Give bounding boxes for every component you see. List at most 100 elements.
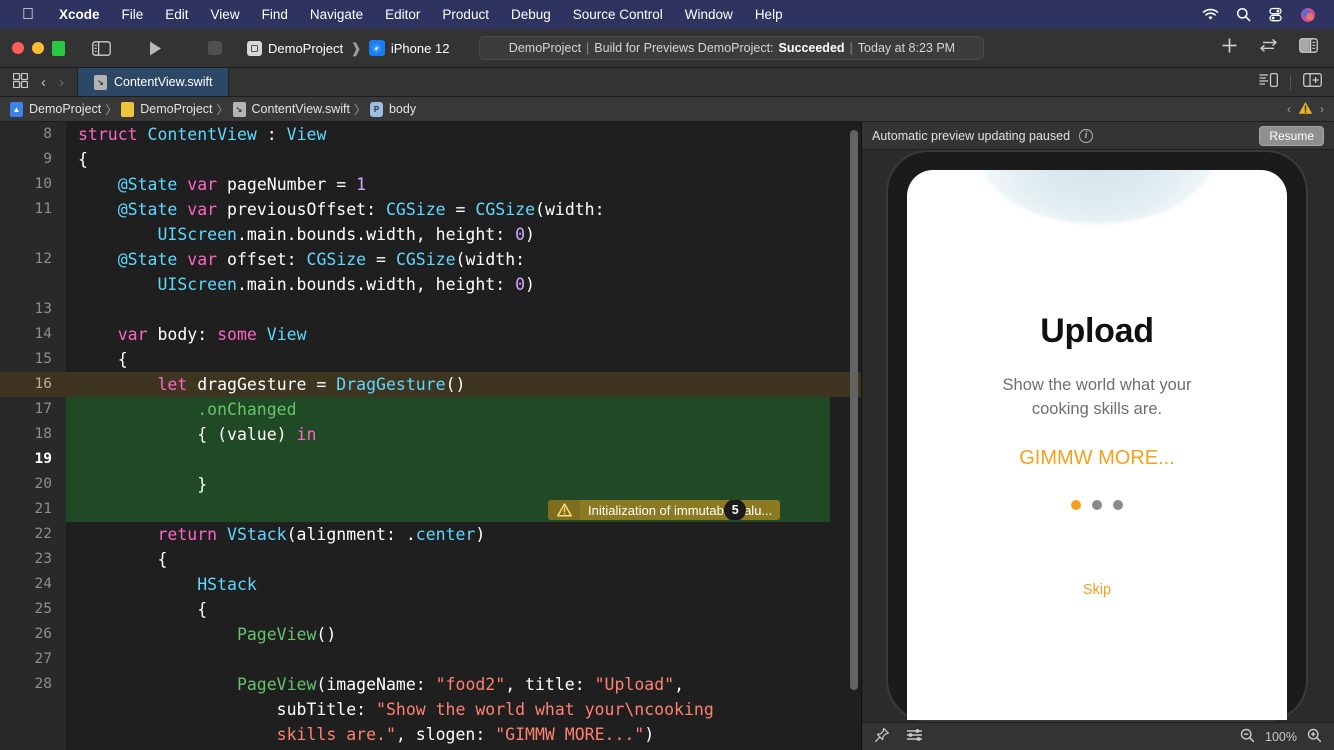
code-line[interactable]: 8 struct ContentView : View (0, 122, 862, 147)
control-center-icon[interactable] (1268, 7, 1283, 22)
back-chevron-icon[interactable]: ‹ (41, 74, 46, 91)
device-screen[interactable]: Upload Show the world what your cooking s… (907, 170, 1287, 720)
menu-item-window[interactable]: Window (674, 7, 744, 22)
zoom-in-icon[interactable] (1307, 728, 1322, 746)
page-dot[interactable] (1071, 500, 1081, 510)
editor-scrollbar[interactable] (850, 130, 858, 690)
breadcrumb-item-project[interactable]: ▲ DemoProject (10, 101, 101, 117)
breadcrumb-label: ContentView.swift (251, 102, 350, 116)
code-text: { (value) in (78, 422, 316, 447)
swap-editors-icon[interactable] (1258, 38, 1279, 58)
code-line[interactable]: 16 let dragGesture = DragGesture() (0, 372, 862, 397)
code-line[interactable]: 23 { (0, 547, 862, 572)
line-number: 12 (34, 251, 52, 267)
code-token: pageNumber = (227, 175, 357, 194)
code-line[interactable]: skills are.", slogen: "GIMMW MORE...") (0, 722, 862, 747)
build-status-bar[interactable]: DemoProject | Build for Previews DemoPro… (479, 36, 985, 60)
breadcrumb-item-folder[interactable]: DemoProject (121, 101, 213, 117)
add-editor-icon[interactable] (1303, 72, 1322, 92)
warning-triangle-icon[interactable] (1298, 101, 1313, 118)
tab-label: ContentView.swift (114, 75, 213, 89)
maximize-button[interactable] (52, 40, 65, 56)
build-status-project: DemoProject (508, 41, 582, 55)
code-line[interactable]: 19 (0, 447, 862, 472)
scheme-selector[interactable]: DemoProject ❱ iPhone 12 (239, 37, 457, 60)
menu-item-debug[interactable]: Debug (500, 7, 562, 22)
zoom-out-icon[interactable] (1240, 728, 1255, 746)
code-line[interactable]: 17 .onChanged (0, 397, 862, 422)
code-line[interactable]: 20 } (0, 472, 862, 497)
menu-item-file[interactable]: File (111, 7, 155, 22)
inspector-toggle-icon[interactable] (1299, 38, 1318, 58)
close-button[interactable] (12, 42, 24, 54)
code-line[interactable]: 11 @State var previousOffset: CGSize = C… (0, 197, 862, 222)
menu-item-navigate[interactable]: Navigate (299, 7, 374, 22)
grid-view-icon[interactable] (12, 72, 29, 91)
preview-slogan[interactable]: GIMMW MORE... (1019, 447, 1175, 470)
run-icon[interactable] (141, 36, 169, 60)
code-line[interactable]: 10 @State var pageNumber = 1 (0, 172, 862, 197)
search-icon[interactable] (1236, 7, 1251, 22)
code-line[interactable]: 22 return VStack(alignment: .center) (0, 522, 862, 547)
skip-link[interactable]: Skip (1083, 582, 1111, 598)
inline-warning-banner[interactable]: Initialization of immutable valu... 5 (548, 500, 781, 520)
code-line[interactable]: subTitle: "Show the world what your\ncoo… (0, 697, 862, 722)
code-line[interactable]: 15 { (0, 347, 862, 372)
code-line[interactable]: 28 PageView(imageName: "food2", title: "… (0, 672, 862, 697)
page-dot[interactable] (1113, 500, 1123, 510)
code-line[interactable]: UIScreen.main.bounds.width, height: 0) (0, 272, 862, 297)
menu-item-help[interactable]: Help (744, 7, 794, 22)
code-line[interactable]: 27 (0, 647, 862, 672)
breadcrumb-item-file[interactable]: ↘ ContentView.swift (232, 101, 350, 117)
code-line[interactable]: 14 var body: some View (0, 322, 862, 347)
wifi-icon[interactable] (1202, 8, 1219, 21)
code-line[interactable]: 13 (0, 297, 862, 322)
code-line[interactable]: 26 PageView() (0, 622, 862, 647)
code-line[interactable]: 9{ (0, 147, 862, 172)
device-frame: Upload Show the world what your cooking s… (886, 150, 1308, 722)
tabbar-divider (1290, 74, 1291, 90)
menu-item-xcode[interactable]: Xcode (48, 7, 111, 22)
page-dot[interactable] (1092, 500, 1102, 510)
minimap-toggle-icon[interactable] (1259, 72, 1278, 92)
code-editor[interactable]: 8 struct ContentView : View 9{10 @State va… (0, 122, 862, 750)
tabbar-left-icons: ‹ › (0, 68, 77, 96)
forward-chevron-icon[interactable]: › (59, 74, 64, 91)
zoom-controls: 100% (1240, 728, 1322, 746)
pin-icon[interactable] (874, 727, 890, 746)
next-issue-button[interactable]: › (1320, 102, 1324, 116)
apple-logo-icon[interactable]:  (22, 6, 34, 23)
code-token: CGSize (475, 200, 536, 219)
code-line[interactable]: 18 { (value) in (0, 422, 862, 447)
warning-count-badge[interactable]: 5 (724, 500, 747, 520)
tabbar-right-icons (1247, 68, 1334, 96)
code-token: .main.bounds.width, height: (236, 275, 516, 294)
stop-icon[interactable] (201, 36, 229, 60)
menu-item-view[interactable]: View (200, 7, 251, 22)
menu-item-edit[interactable]: Edit (154, 7, 199, 22)
sliders-icon[interactable] (906, 728, 923, 745)
editor-code-lines[interactable]: 8 struct ContentView : View 9{10 @State va… (0, 122, 862, 750)
minimize-button[interactable] (32, 42, 44, 54)
menu-item-product[interactable]: Product (431, 7, 500, 22)
sidebar-toggle-icon[interactable] (87, 36, 115, 60)
code-line[interactable]: 12 @State var offset: CGSize = CGSize(wi… (0, 247, 862, 272)
breadcrumb-item-symbol[interactable]: P body (369, 101, 416, 117)
code-line[interactable]: 25 { (0, 597, 862, 622)
code-line[interactable]: 24 HStack (0, 572, 862, 597)
destination-name: iPhone 12 (390, 40, 450, 56)
add-icon[interactable] (1221, 37, 1238, 59)
issue-navigation: ‹ › (1287, 101, 1324, 118)
resume-button[interactable]: Resume (1259, 125, 1324, 146)
build-status-action: Build for Previews DemoProject: (594, 41, 774, 55)
info-circle-icon[interactable]: i (1079, 128, 1094, 143)
xcode-toolbar: DemoProject ❱ iPhone 12 DemoProject | Bu… (0, 29, 1334, 68)
menu-item-source-control[interactable]: Source Control (562, 7, 674, 22)
previous-issue-button[interactable]: ‹ (1287, 102, 1291, 116)
code-line[interactable]: UIScreen.main.bounds.width, height: 0) (0, 222, 862, 247)
menu-item-find[interactable]: Find (251, 7, 299, 22)
tab-contentview-swift[interactable]: ↘ ContentView.swift (77, 68, 230, 96)
code-token: View (266, 325, 307, 344)
siri-icon[interactable] (1300, 7, 1316, 23)
menu-item-editor[interactable]: Editor (374, 7, 431, 22)
